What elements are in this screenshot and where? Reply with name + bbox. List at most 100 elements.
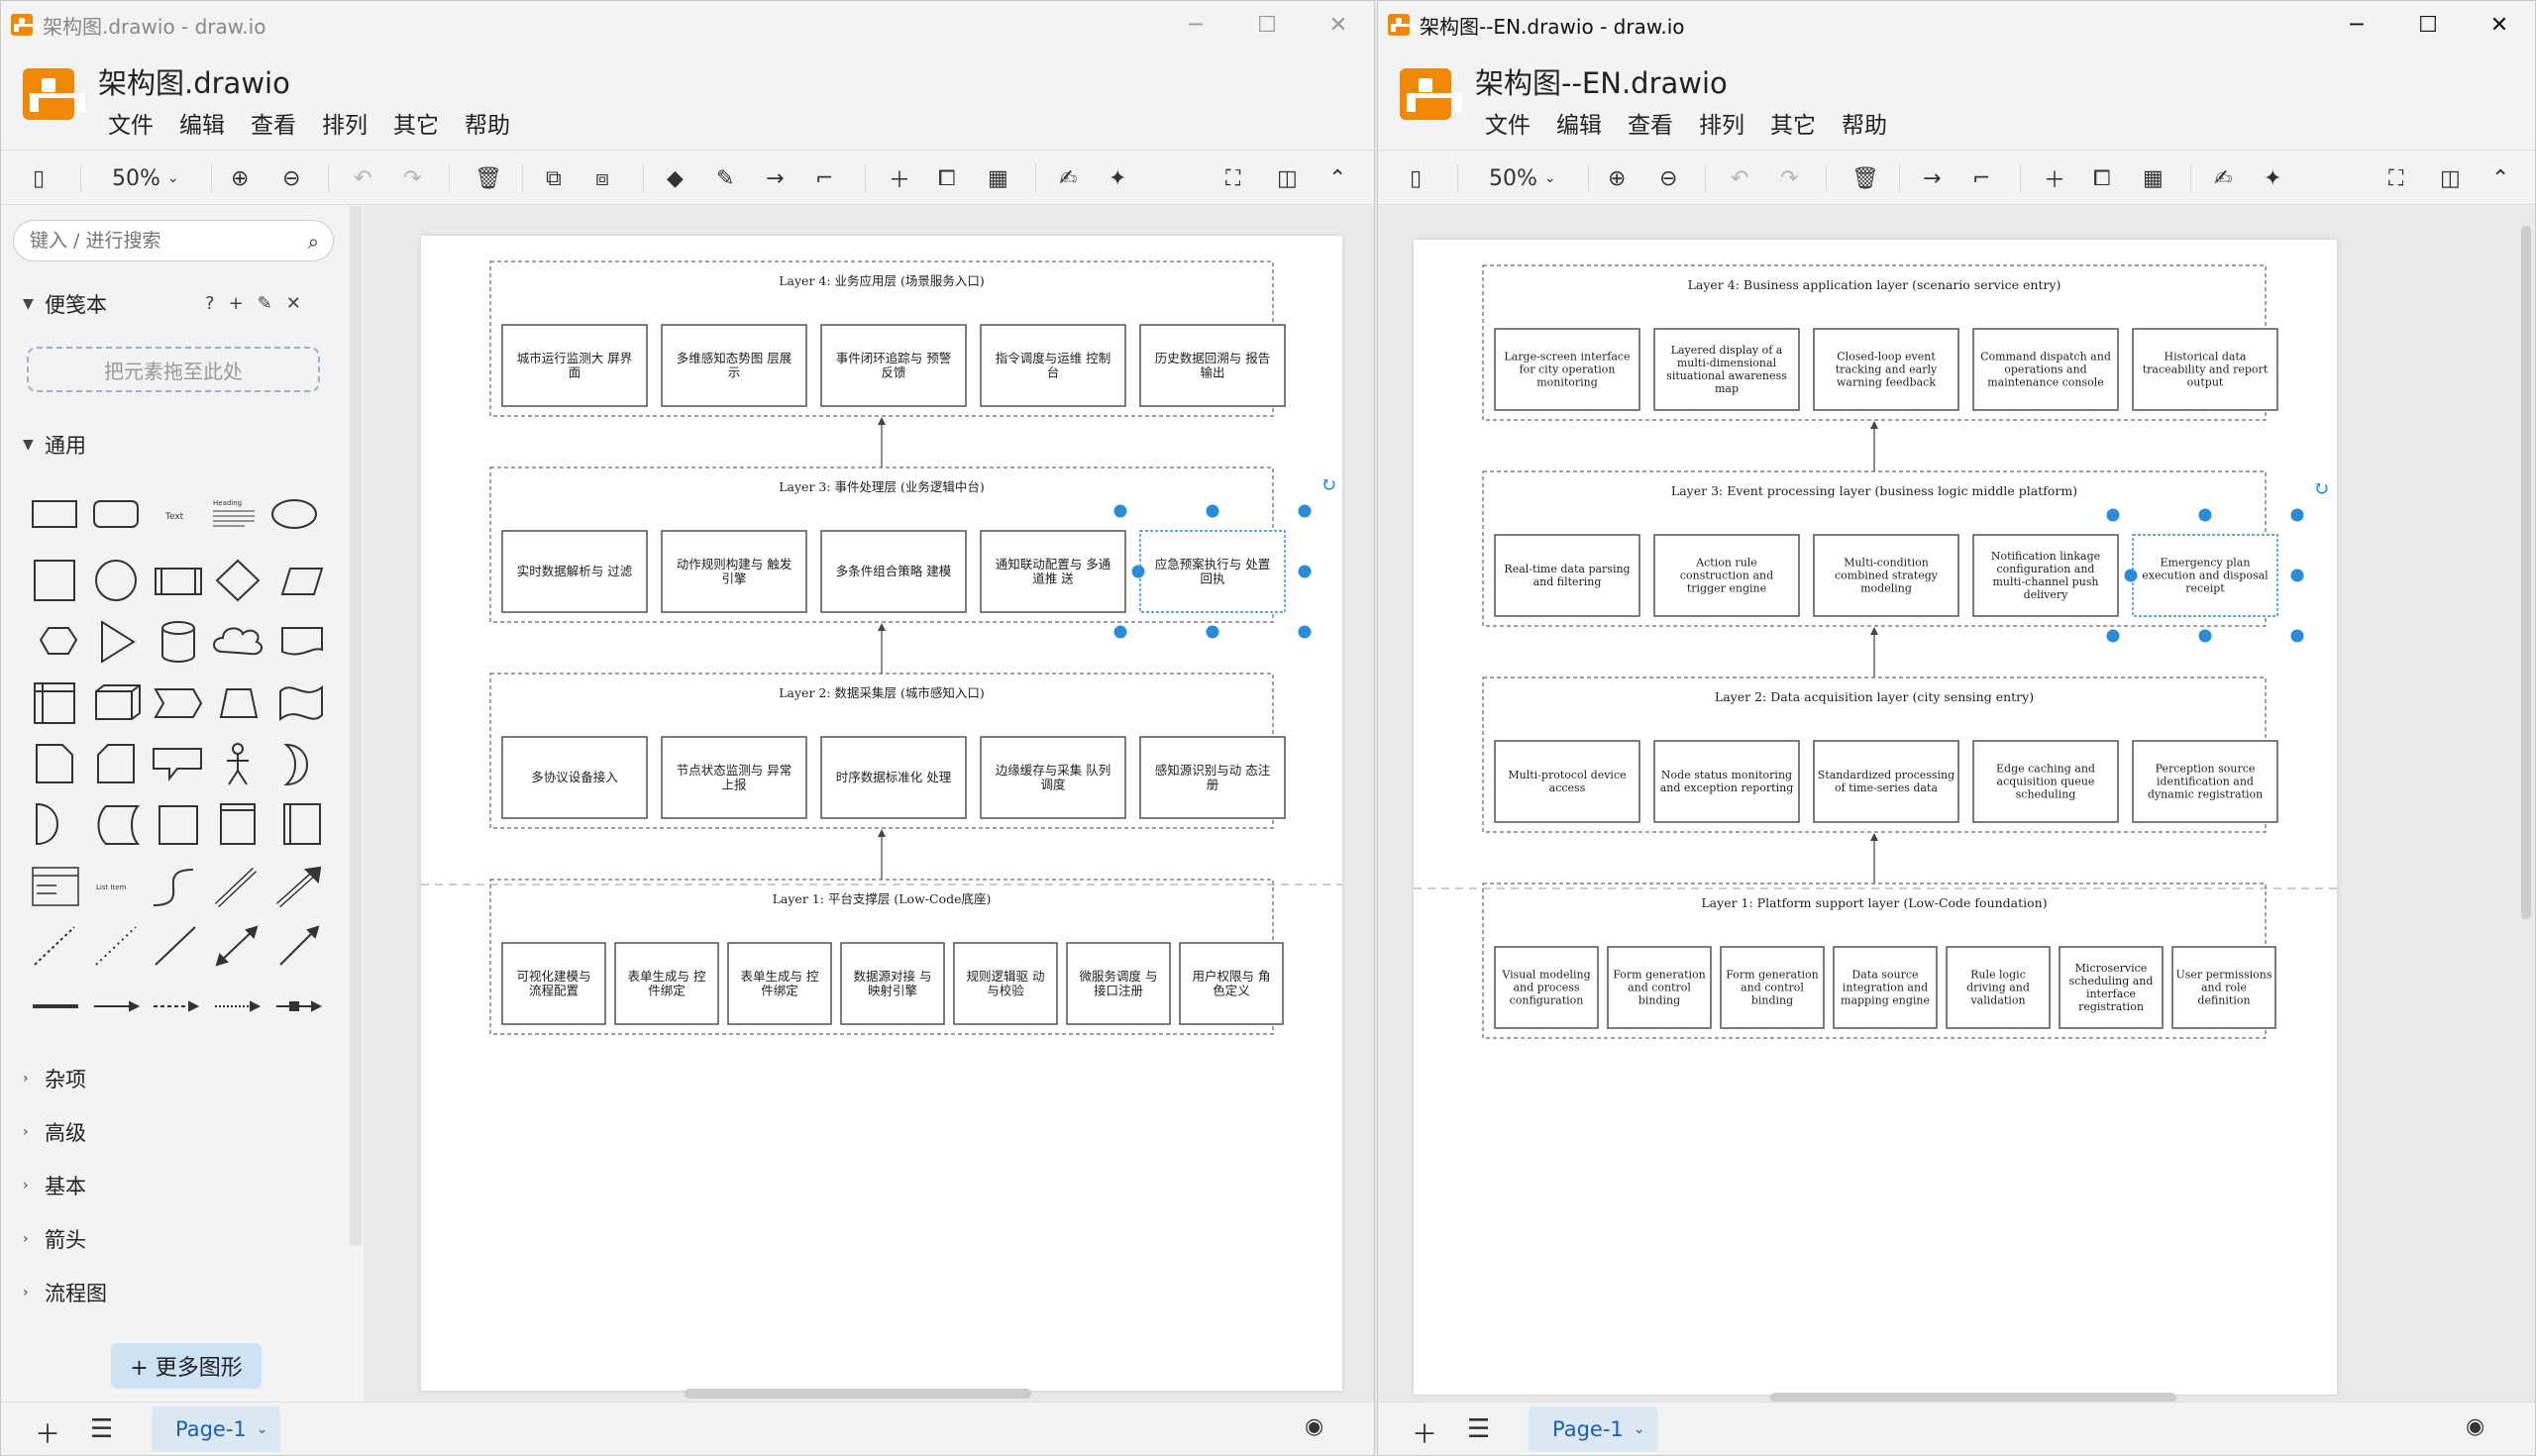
layer-group[interactable]: Layer 1: 平台支撑层 (Low-Code底座) 可视化建模与 流程配置 表单… [489,879,1284,1035]
undo-icon[interactable]: ↶ [1731,160,1748,196]
menu-edit[interactable]: 编辑 [179,106,225,140]
split-view-icon[interactable]: ◫ [1277,160,1298,196]
table-icon[interactable]: ▦ [2143,160,2164,196]
layer-group[interactable]: Layer 4: 业务应用层 (场景服务入口) 城市运行监测大 屏界面 多维感知态势… [489,260,1286,417]
search-input[interactable] [30,230,277,252]
zoom-in-icon[interactable]: ⊕ [1608,160,1626,196]
layer-group[interactable]: Layer 4: Business application layer (sce… [1482,264,2278,421]
line-shape[interactable] [155,926,196,966]
resize-handle[interactable] [2106,629,2120,643]
resize-handle[interactable] [2290,508,2304,522]
more-shapes-button[interactable]: + 更多图形 [111,1343,262,1389]
directional-connector-shape[interactable] [279,925,320,966]
menu-arrange[interactable]: 排列 [1699,106,1744,140]
architecture-diagram[interactable]: Layer 4: 业务应用层 (场景服务入口) 城市运行监测大 屏界面 多维感知态势… [421,236,1342,1391]
document-shape[interactable] [281,627,323,656]
layer-group[interactable]: Layer 2: 数据采集层 (城市感知入口) 多协议设备接入 节点状态监测与 异常… [489,673,1286,829]
redo-icon[interactable]: ↷ [1780,160,1798,196]
minimize-icon[interactable]: ─ [2321,1,2392,49]
layer-group[interactable]: Layer 3: Event processing layer (busines… [1482,470,2278,627]
to-front-icon[interactable]: ⧉ [546,160,562,196]
scratchpad-header[interactable]: ▼ 便笺本 [23,289,107,319]
page-tab[interactable]: Page-1 ⌄ [152,1406,280,1452]
zoom-out-icon[interactable]: ⊖ [1659,160,1677,196]
basic-category[interactable]: › 基本 [23,1171,86,1200]
rotate-handle-icon[interactable]: ↻ [1321,472,1337,496]
menu-view[interactable]: 查看 [251,106,296,140]
text-shape[interactable]: Text [164,512,184,522]
resize-handle[interactable] [1113,625,1127,639]
sparkle-icon[interactable]: ✦ [2264,160,2281,196]
line-color-icon[interactable]: ✎ [716,160,734,196]
or-shape[interactable] [283,743,308,786]
advanced-category[interactable]: › 高级 [23,1117,86,1147]
square-shape[interactable] [34,560,75,601]
flowchart-category[interactable]: › 流程图 [23,1278,107,1307]
internal-storage-shape[interactable] [34,682,75,724]
diamond-shape[interactable] [215,559,261,602]
frame-shape[interactable] [220,803,256,845]
horizontal-scrollbar[interactable] [685,1389,1031,1399]
add-page-icon[interactable]: ＋ [1412,1414,1437,1451]
diagram-canvas[interactable]: Layer 4: 业务应用层 (场景服务入口) 城市运行监测大 屏界面 多维感知态势… [364,206,1374,1403]
resize-handle[interactable] [1113,504,1127,518]
format-panel-icon[interactable]: ▯ [1410,160,1422,196]
list-shape[interactable] [32,867,79,906]
circle-shape[interactable] [95,560,137,601]
bidirectional-connector-shape[interactable] [215,925,259,967]
collapse-icon[interactable]: ⌃ [2491,160,2509,196]
table-icon[interactable]: ▦ [988,160,1008,196]
resize-handle[interactable] [2106,508,2120,522]
pages-menu-icon[interactable]: ☰ [1467,1414,1490,1444]
resize-handle[interactable] [2198,629,2212,643]
data-storage-shape[interactable] [97,805,141,845]
document-title[interactable]: 架构图--EN.drawio [1475,60,1728,102]
resize-handle[interactable] [1131,565,1145,578]
parallelogram-shape[interactable] [280,568,324,595]
resize-handle[interactable] [1206,625,1219,639]
note-shape[interactable] [36,744,73,783]
sparkle-icon[interactable]: ✦ [1109,160,1126,196]
resize-handle[interactable] [1298,565,1312,578]
cylinder-shape[interactable] [161,621,195,663]
process-shape[interactable] [155,568,202,595]
add-icon[interactable]: + [229,293,244,314]
delay-shape[interactable] [36,802,58,846]
callout-shape[interactable] [153,748,202,781]
delete-icon[interactable]: 🗑 [1851,160,1879,196]
tape-shape[interactable] [279,684,323,722]
menu-help[interactable]: 帮助 [1842,106,1887,140]
ellipse-shape[interactable] [271,499,317,529]
fill-color-icon[interactable]: ◆ [667,160,684,196]
swimlane-shape[interactable] [283,803,321,845]
arrow-shape[interactable] [275,866,322,908]
architecture-diagram[interactable]: Layer 4: Business application layer (sce… [1414,240,2337,1395]
collapse-icon[interactable]: ⌃ [1328,160,1346,196]
search-box[interactable]: ⌕ [13,220,334,261]
diagram-canvas[interactable]: Layer 4: Business application layer (sce… [1378,206,2535,1403]
to-back-icon[interactable]: ⧈ [595,160,609,196]
cube-shape[interactable] [95,684,141,720]
dotted-arrow-shape[interactable] [215,1000,262,1012]
freehand-icon[interactable]: ✍ [1059,160,1077,196]
menu-edit[interactable]: 编辑 [1556,106,1602,140]
card-shape[interactable] [97,744,135,783]
dashed-arrow-shape[interactable] [154,1000,200,1012]
document-title[interactable]: 架构图.drawio [98,60,290,102]
rectangle-shape[interactable] [32,500,77,528]
menu-view[interactable]: 查看 [1628,106,1673,140]
waypoints-icon[interactable]: ⌐ [1972,160,1990,196]
title-bar[interactable]: 架构图--EN.drawio - draw.io ─ ☐ ✕ [1378,1,2535,49]
resize-handle[interactable] [1298,625,1312,639]
insert-icon[interactable]: ＋ [889,160,910,196]
insert-icon[interactable]: ＋ [2044,160,2065,196]
close-icon[interactable]: ✕ [2464,1,2535,49]
rotate-handle-icon[interactable]: ↻ [2313,476,2330,500]
textbox-shape[interactable]: Heading [213,499,255,527]
menu-help[interactable]: 帮助 [465,106,510,140]
resize-handle[interactable] [2290,629,2304,643]
resize-handle[interactable] [1206,504,1219,518]
cloud-shape[interactable] [213,627,264,656]
layer-group[interactable]: Layer 2: Data acquisition layer (city se… [1482,676,2278,833]
sidebar-scrollbar[interactable] [350,206,362,1246]
